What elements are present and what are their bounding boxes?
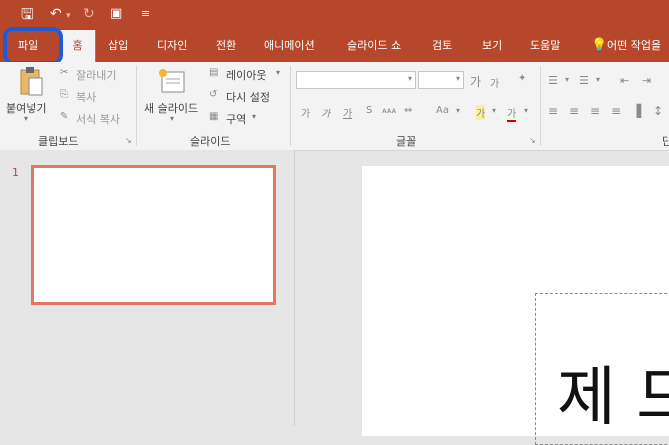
layout-icon: ▤	[209, 67, 219, 78]
highlight-button[interactable]: 가	[476, 105, 486, 120]
tab-insert[interactable]: 삽입	[108, 30, 128, 62]
paste-dropdown-icon[interactable]: ▾	[24, 114, 28, 123]
line-spacing-icon[interactable]: ↕	[653, 104, 663, 118]
align-left-icon[interactable]: ≡	[548, 104, 558, 118]
tab-help[interactable]: 도움말	[530, 30, 560, 62]
section-icon: ▦	[209, 111, 219, 122]
shadow-button[interactable]: S	[366, 105, 372, 116]
undo-icon[interactable]: ↶	[50, 5, 62, 23]
undo-dropdown-icon[interactable]: ▾	[66, 7, 71, 25]
title-text: 제 드	[557, 361, 669, 435]
section-dropdown-icon[interactable]: ▾	[252, 112, 256, 121]
tab-view[interactable]: 보기	[482, 30, 502, 62]
bullets-icon[interactable]: ☰	[548, 74, 558, 87]
tab-review[interactable]: 검토	[432, 30, 452, 62]
font-color-dropdown-icon[interactable]: ▾	[524, 106, 528, 115]
clipboard-launcher-icon[interactable]: ↘	[125, 136, 132, 145]
slide-thumbnail[interactable]	[31, 165, 276, 305]
highlight-dropdown-icon[interactable]: ▾	[492, 106, 496, 115]
section-button[interactable]: 구역	[226, 111, 246, 127]
layout-button[interactable]: 레이아웃	[226, 67, 266, 83]
ribbon: 붙여넣기 ▾ ✂ 잘라내기 ⎘ 복사 ✎ 서식 복사 클립보드 ↘ 새 슬라이드…	[0, 62, 669, 151]
tab-transitions[interactable]: 전환	[216, 30, 236, 62]
paragraph-group-label: 단	[662, 135, 669, 148]
change-case-button[interactable]: Aa	[436, 105, 449, 116]
paste-icon[interactable]	[18, 66, 44, 98]
tab-animations[interactable]: 애니메이션	[264, 30, 315, 62]
underline-button[interactable]: 가	[343, 105, 352, 120]
font-launcher-icon[interactable]: ↘	[529, 136, 536, 145]
format-painter-button[interactable]: 서식 복사	[76, 111, 120, 127]
scissors-icon: ✂	[60, 67, 69, 78]
numbering-dropdown-icon[interactable]: ▾	[596, 75, 600, 84]
present-icon[interactable]: ▣	[110, 5, 122, 23]
font-group-label: 글꼴	[396, 135, 417, 148]
change-case-dropdown-icon[interactable]: ▾	[456, 106, 460, 115]
reset-button[interactable]: 다시 설정	[226, 89, 270, 105]
align-right-icon[interactable]: ≡	[590, 104, 600, 118]
grow-font-button[interactable]: 가	[470, 73, 481, 90]
numbering-icon[interactable]: ☰	[579, 74, 589, 87]
reset-icon: ↺	[209, 89, 218, 100]
new-slide-dropdown-icon[interactable]: ▾	[170, 114, 174, 123]
font-size-dropdown-icon[interactable]: ▾	[456, 74, 460, 83]
quick-access-toolbar: 🖫 ↶ ▾ ↻ ▣ ≡	[0, 0, 669, 30]
bullets-dropdown-icon[interactable]: ▾	[565, 75, 569, 84]
slides-group-label: 슬라이드	[190, 135, 231, 148]
char-spacing-icon[interactable]: ⇔	[404, 105, 412, 116]
format-painter-icon: ✎	[60, 111, 69, 122]
cut-button[interactable]: 잘라내기	[76, 67, 116, 83]
strikethrough-button[interactable]: ᴀᴀᴀ	[382, 106, 396, 115]
tab-slide-show[interactable]: 슬라이드 쇼	[347, 30, 401, 62]
tab-design[interactable]: 디자인	[157, 30, 187, 62]
group-separator	[290, 66, 291, 146]
font-name-dropdown-icon[interactable]: ▾	[408, 74, 412, 83]
font-color-button[interactable]: 가	[507, 105, 517, 122]
copy-icon: ⎘	[60, 89, 68, 100]
bold-button[interactable]: 가	[301, 105, 310, 120]
clear-format-icon[interactable]: ✦	[518, 73, 526, 84]
slide-number: 1	[12, 166, 19, 179]
group-separator	[136, 66, 137, 146]
clipboard-group-label: 클립보드	[38, 135, 79, 148]
font-name-combo[interactable]: ▾	[296, 71, 416, 89]
columns-icon[interactable]: ▐	[632, 104, 641, 118]
font-size-combo[interactable]: ▾	[418, 71, 464, 89]
italic-button[interactable]: 가	[321, 105, 330, 120]
new-slide-icon[interactable]	[158, 68, 186, 96]
layout-dropdown-icon[interactable]: ▾	[276, 68, 280, 77]
redo-icon[interactable]: ↻	[83, 5, 95, 23]
tell-me-box[interactable]: 어떤 작업을	[607, 30, 661, 62]
save-icon[interactable]: 🖫	[21, 5, 34, 23]
increase-indent-icon[interactable]: ⇥	[642, 74, 651, 87]
decrease-indent-icon[interactable]: ⇤	[620, 74, 629, 87]
group-separator	[540, 66, 541, 146]
justify-icon[interactable]: ≡	[611, 104, 621, 118]
file-tab-highlight	[3, 27, 63, 65]
shrink-font-button[interactable]: 가	[490, 75, 499, 90]
align-center-icon[interactable]: ≡	[569, 104, 579, 118]
ribbon-tab-bar: 파일 홈 삽입 디자인 전환 애니메이션 슬라이드 쇼 검토 보기 도움말 💡 …	[0, 30, 669, 62]
lightbulb-icon: 💡	[591, 38, 608, 53]
copy-button[interactable]: 복사	[76, 89, 96, 105]
customize-icon[interactable]: ≡	[141, 5, 150, 23]
tab-home[interactable]: 홈	[59, 30, 96, 62]
slides-pane: 1	[0, 150, 295, 426]
